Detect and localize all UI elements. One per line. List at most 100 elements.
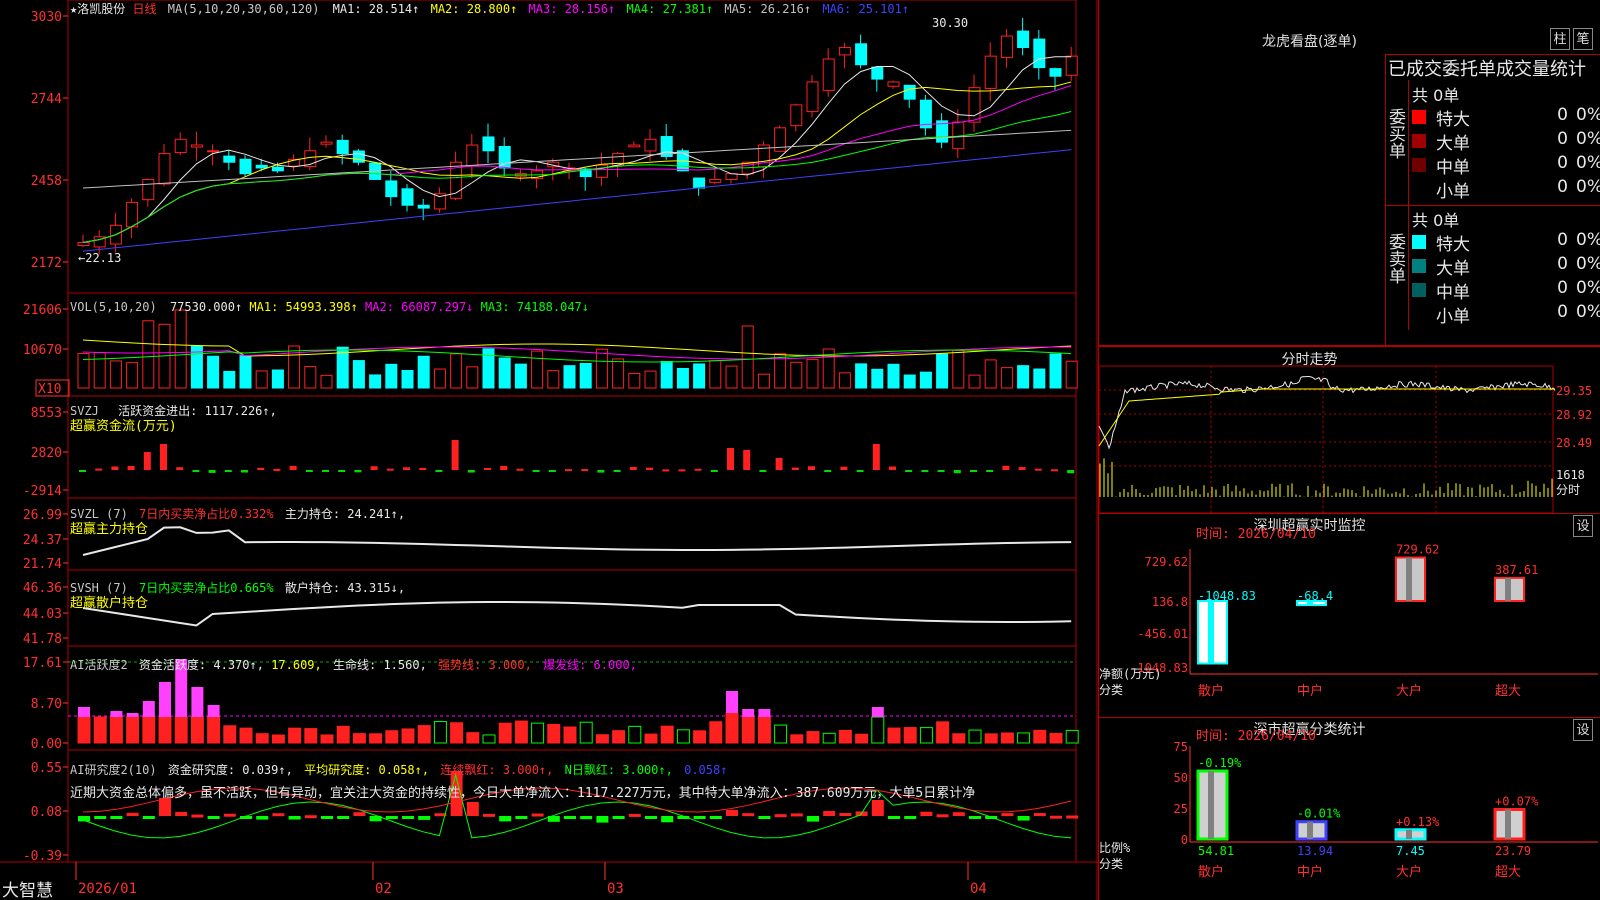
candle[interactable] xyxy=(223,150,236,171)
candle[interactable] xyxy=(709,167,722,185)
volume-panel[interactable]: 21606 10670 xyxy=(23,303,1078,389)
ai1-lifeline: 生命线: 1.560, xyxy=(333,657,427,672)
candle[interactable] xyxy=(482,123,495,164)
fund-flow-bar xyxy=(548,470,556,472)
tick-view-button[interactable]: 笔 xyxy=(1573,28,1593,50)
monitor-cat-label: 散户 xyxy=(1198,683,1224,699)
monitor-y-tick: -456.01 xyxy=(1137,627,1188,641)
candle[interactable] xyxy=(855,34,868,69)
fund-flow-bar xyxy=(937,470,945,472)
candle[interactable] xyxy=(352,149,365,166)
monitor-bar-3 xyxy=(1494,576,1525,602)
activity-bar xyxy=(903,727,917,744)
x-tick-label: 02 xyxy=(375,881,392,897)
svsh-value: 散户持仓: 43.315↓, xyxy=(285,580,405,595)
order-pct: 0% xyxy=(1576,230,1600,250)
y-tick-label: 24.37 xyxy=(23,533,62,548)
candle[interactable] xyxy=(936,113,949,149)
activity-bar xyxy=(93,716,107,744)
fund-flow-bar xyxy=(613,470,621,472)
candle[interactable] xyxy=(871,66,884,92)
ai2-avg: 平均研究度: 0.058↑, xyxy=(304,762,429,777)
candle[interactable] xyxy=(968,74,981,132)
candle[interactable] xyxy=(579,167,592,191)
monitor-time: 时间: 2026/04/10 xyxy=(1196,527,1316,542)
activity-burst-bar xyxy=(207,705,220,717)
intraday-y-tick: 28.49 xyxy=(1556,436,1592,450)
order-row: 特大 0 0% xyxy=(1408,105,1600,130)
research-bar xyxy=(483,813,495,817)
lhp-panel: 龙虎看盘(逐单) 柱 笔 已成交委托单成交量统计 委买单 共 0单 特大00%大… xyxy=(1098,0,1600,346)
volume-bar xyxy=(887,363,900,389)
candle[interactable] xyxy=(887,80,900,89)
candle[interactable] xyxy=(207,144,220,166)
candle[interactable] xyxy=(126,198,139,239)
activity-bar xyxy=(790,734,804,744)
monitor-bar-label: -1048.83 xyxy=(1198,589,1256,603)
candle[interactable] xyxy=(1033,30,1046,80)
activity-bar xyxy=(612,730,626,744)
candle[interactable] xyxy=(320,135,333,148)
candle[interactable] xyxy=(757,140,770,179)
intraday-panel[interactable]: 分时走势 29.35 28.92 28.49 1618 分时 xyxy=(1098,346,1600,514)
candle[interactable] xyxy=(174,132,187,156)
activity-bar xyxy=(385,730,399,744)
candle[interactable] xyxy=(628,141,641,148)
intraday-chart[interactable]: 29.35 28.92 28.49 1618分时 xyxy=(1098,346,1600,514)
candle[interactable] xyxy=(790,103,803,132)
candle[interactable] xyxy=(919,94,932,136)
monitor-y-tick: 729.62 xyxy=(1145,555,1188,569)
activity-bar xyxy=(190,716,204,744)
volume-bar xyxy=(676,367,689,389)
candle[interactable] xyxy=(952,109,965,159)
volume-bar xyxy=(466,366,479,389)
candle[interactable] xyxy=(158,143,171,187)
ma4-value: MA4: 27.381↑ xyxy=(626,2,713,16)
candle[interactable] xyxy=(385,171,398,206)
candle[interactable] xyxy=(984,42,997,102)
order-row: 特大 0 0% xyxy=(1408,230,1600,255)
svzj-panel[interactable]: 8553 2820 -2914 xyxy=(23,406,1075,499)
monitor-cat-label: 超大 xyxy=(1495,684,1521,699)
candle[interactable] xyxy=(142,178,155,207)
fund-flow-bar xyxy=(435,470,443,472)
classify-y-tick: 50 xyxy=(1174,771,1188,785)
candle[interactable] xyxy=(77,234,90,248)
volume-bar xyxy=(968,374,981,389)
candle[interactable] xyxy=(288,154,301,172)
candle[interactable] xyxy=(806,75,819,118)
candle[interactable] xyxy=(1017,18,1030,56)
candle[interactable] xyxy=(433,187,446,213)
color-swatch xyxy=(1412,134,1426,148)
research-bar xyxy=(952,812,965,816)
research-bar xyxy=(628,813,641,817)
activity-bar xyxy=(450,722,464,744)
kline-panel[interactable]: 3030 2744 2458 2172 xyxy=(31,10,1078,271)
candle[interactable] xyxy=(1000,28,1013,68)
activity-burst-bar xyxy=(758,709,771,717)
candle[interactable] xyxy=(401,184,414,212)
candle[interactable] xyxy=(190,131,203,161)
monitor-bar-label: 729.62 xyxy=(1396,543,1439,557)
candle[interactable] xyxy=(498,137,511,176)
candle[interactable] xyxy=(466,134,479,179)
column-view-button[interactable]: 柱 xyxy=(1550,28,1570,50)
order-count: 0 xyxy=(1557,302,1568,322)
research-bar xyxy=(272,813,285,817)
research-bar xyxy=(288,816,301,820)
candle[interactable] xyxy=(676,148,689,172)
fund-flow-bar xyxy=(694,468,702,471)
ai1-burstline: 爆发线: 6.000, xyxy=(543,657,637,672)
ai2-n-day-red: N日飘红: 3.000↑, xyxy=(565,762,673,777)
main-chart-area[interactable]: 3030 2744 2458 2172 21606 10670 8553 2820 -291… xyxy=(0,0,1100,900)
research-bar xyxy=(612,816,625,819)
candle[interactable] xyxy=(693,177,706,196)
research-bar xyxy=(709,816,722,819)
candle[interactable] xyxy=(725,172,738,184)
candle[interactable] xyxy=(239,155,252,177)
candle[interactable] xyxy=(822,48,835,97)
candle[interactable] xyxy=(336,134,349,165)
volume-bar xyxy=(806,358,819,389)
order-size: 小单 xyxy=(1436,307,1470,327)
candle[interactable] xyxy=(838,42,851,69)
